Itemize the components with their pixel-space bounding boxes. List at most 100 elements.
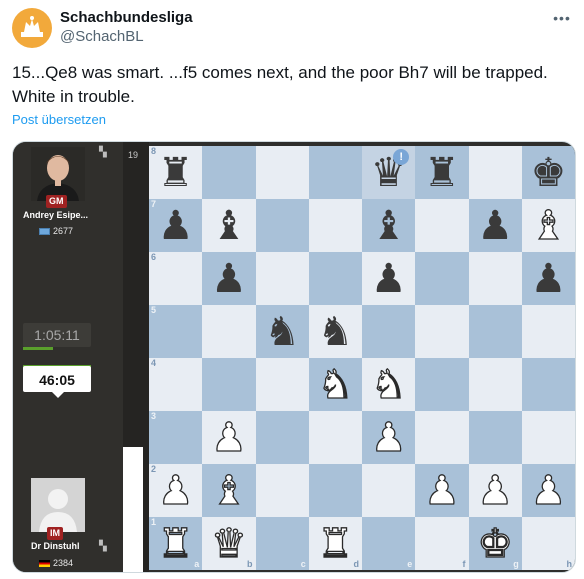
square-f2[interactable]: ♟ <box>415 464 469 517</box>
square-e7[interactable]: ♝ <box>362 199 416 252</box>
square-b8[interactable] <box>202 146 256 199</box>
square-g8[interactable] <box>468 146 522 199</box>
square-d8[interactable] <box>308 146 362 199</box>
square-d4[interactable]: ♞ <box>308 358 362 411</box>
square-d1[interactable]: d ♜ <box>308 517 362 570</box>
white-king-icon[interactable]: ♚ <box>477 523 514 564</box>
square-h6[interactable]: ♟ <box>521 252 575 305</box>
square-f3[interactable] <box>415 411 469 464</box>
translate-post-link[interactable]: Post übersetzen <box>12 112 106 128</box>
black-pawn-icon[interactable]: ♟ <box>530 259 566 299</box>
square-d5[interactable]: ♞ <box>308 305 362 358</box>
square-h7[interactable]: ♝ <box>521 199 575 252</box>
black-pawn-icon[interactable]: ♟ <box>211 259 247 299</box>
square-c2[interactable] <box>255 464 309 517</box>
square-a8[interactable]: 8 ♜ <box>149 146 203 199</box>
square-h8[interactable]: ♚ <box>521 146 575 199</box>
black-bishop-icon[interactable]: ♝ <box>371 206 407 246</box>
tweet-media-image[interactable]: 19 GM Andrey Esipe... 2677 ▚ 1:05:11 46:… <box>12 141 576 573</box>
square-e6[interactable]: ♟ <box>362 252 416 305</box>
white-bishop-icon[interactable]: ♝ <box>530 205 567 246</box>
square-c6[interactable] <box>255 252 309 305</box>
white-pawn-icon[interactable]: ♟ <box>530 470 567 511</box>
square-g2[interactable]: ♟ <box>468 464 522 517</box>
square-f7[interactable] <box>415 199 469 252</box>
white-pawn-icon[interactable]: ♟ <box>423 470 460 511</box>
square-b6[interactable]: ♟ <box>202 252 256 305</box>
square-a3[interactable]: 3 <box>149 411 203 464</box>
square-c8[interactable] <box>255 146 309 199</box>
file-label: c <box>300 559 306 569</box>
square-h5[interactable] <box>521 305 575 358</box>
author-avatar[interactable] <box>12 8 52 48</box>
author-name[interactable]: Schachbundesliga <box>60 9 193 27</box>
evaluation-bar <box>123 447 143 572</box>
square-a1[interactable]: 1 a ♜ <box>149 517 203 570</box>
black-knight-icon[interactable]: ♞ <box>317 312 353 352</box>
square-h1[interactable]: h <box>521 517 575 570</box>
square-c3[interactable] <box>255 411 309 464</box>
more-options-button[interactable]: ••• <box>550 8 574 28</box>
white-rook-icon[interactable]: ♜ <box>317 523 354 564</box>
square-f5[interactable] <box>415 305 469 358</box>
square-g3[interactable] <box>468 411 522 464</box>
black-pawn-icon[interactable]: ♟ <box>477 206 513 246</box>
square-f8[interactable]: ♜ <box>415 146 469 199</box>
black-rook-icon[interactable]: ♜ <box>424 153 460 193</box>
white-queen-icon[interactable]: ♛ <box>210 523 247 564</box>
square-d2[interactable] <box>308 464 362 517</box>
square-d3[interactable] <box>308 411 362 464</box>
white-knight-icon[interactable]: ♞ <box>317 364 354 405</box>
square-e4[interactable]: ♞ <box>362 358 416 411</box>
square-f1[interactable]: f <box>415 517 469 570</box>
square-e3[interactable]: ♟ <box>362 411 416 464</box>
square-f4[interactable] <box>415 358 469 411</box>
square-e1[interactable]: e <box>362 517 416 570</box>
square-g6[interactable] <box>468 252 522 305</box>
black-bishop-icon[interactable]: ♝ <box>211 206 247 246</box>
square-g1[interactable]: g ♚ <box>468 517 522 570</box>
square-a7[interactable]: 7 ♟ <box>149 199 203 252</box>
square-a5[interactable]: 5 <box>149 305 203 358</box>
square-b3[interactable]: ♟ <box>202 411 256 464</box>
white-knight-icon[interactable]: ♞ <box>370 364 407 405</box>
square-e5[interactable] <box>362 305 416 358</box>
white-pawn-icon[interactable]: ♟ <box>157 470 194 511</box>
white-pawn-icon[interactable]: ♟ <box>370 417 407 458</box>
square-d6[interactable] <box>308 252 362 305</box>
white-pawn-icon[interactable]: ♟ <box>477 470 514 511</box>
square-f6[interactable] <box>415 252 469 305</box>
square-b2[interactable]: ♝ <box>202 464 256 517</box>
square-c4[interactable] <box>255 358 309 411</box>
black-pawn-icon[interactable]: ♟ <box>158 206 194 246</box>
square-e8[interactable]: ♛! <box>362 146 416 199</box>
square-c5[interactable]: ♞ <box>255 305 309 358</box>
black-rook-icon[interactable]: ♜ <box>158 153 194 193</box>
square-c7[interactable] <box>255 199 309 252</box>
white-pawn-icon[interactable]: ♟ <box>210 417 247 458</box>
file-label: g <box>513 559 519 569</box>
square-a4[interactable]: 4 <box>149 358 203 411</box>
square-a6[interactable]: 6 <box>149 252 203 305</box>
white-bishop-icon[interactable]: ♝ <box>210 470 247 511</box>
bottom-player-name: Dr Dinstuhl <box>31 541 80 551</box>
square-c1[interactable]: c <box>255 517 309 570</box>
square-h2[interactable]: ♟ <box>521 464 575 517</box>
black-pawn-icon[interactable]: ♟ <box>371 259 407 299</box>
square-h3[interactable] <box>521 411 575 464</box>
square-b5[interactable] <box>202 305 256 358</box>
square-h4[interactable] <box>521 358 575 411</box>
square-b7[interactable]: ♝ <box>202 199 256 252</box>
white-rook-icon[interactable]: ♜ <box>157 523 194 564</box>
square-b4[interactable] <box>202 358 256 411</box>
square-g5[interactable] <box>468 305 522 358</box>
black-king-icon[interactable]: ♚ <box>530 153 566 193</box>
square-g4[interactable] <box>468 358 522 411</box>
author-handle[interactable]: @SchachBL <box>60 27 193 47</box>
square-b1[interactable]: b ♛ <box>202 517 256 570</box>
black-knight-icon[interactable]: ♞ <box>264 312 300 352</box>
square-e2[interactable] <box>362 464 416 517</box>
square-d7[interactable] <box>308 199 362 252</box>
square-a2[interactable]: 2 ♟ <box>149 464 203 517</box>
square-g7[interactable]: ♟ <box>468 199 522 252</box>
